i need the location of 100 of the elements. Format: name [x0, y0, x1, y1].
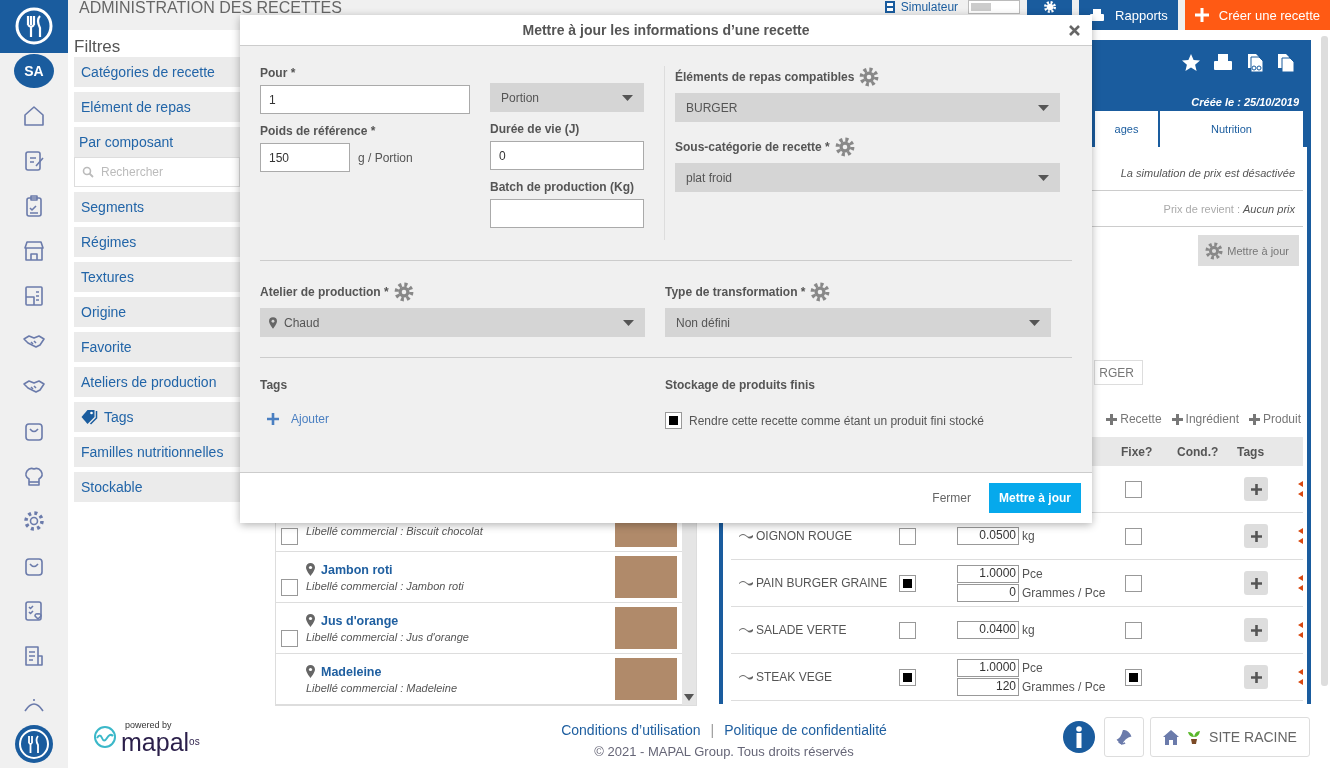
checkbox[interactable]	[1125, 480, 1142, 498]
unit-label: kg	[1022, 529, 1035, 543]
recipe-name[interactable]: Jus d'orange	[321, 613, 399, 628]
receipt-icon[interactable]	[22, 644, 46, 668]
terms-link[interactable]: Conditions d’utilisation	[561, 721, 701, 738]
input-field[interactable]	[490, 199, 644, 228]
user-avatar[interactable]: SA	[14, 53, 54, 88]
create-recipe-button[interactable]: Créer une recette	[1184, 0, 1330, 30]
filter-item[interactable]: Ateliers de production	[74, 367, 240, 397]
site-button[interactable]: SITE RACINE	[1150, 717, 1310, 757]
subcategory-dropdown[interactable]: plat froid	[675, 163, 1060, 192]
add-link[interactable]: Ingrédient	[1171, 412, 1239, 426]
checkbox[interactable]	[899, 668, 916, 686]
simulator-toggle[interactable]	[968, 0, 1021, 14]
caret-icon[interactable]	[1298, 622, 1303, 638]
recipe-subtitle: Libellé commercial : Biscuit chocolat	[306, 525, 484, 537]
filter-item[interactable]: Régimes	[74, 227, 240, 257]
filter-item[interactable]: Par composant	[74, 127, 240, 157]
quantity-field[interactable]: 1.0000	[957, 658, 1019, 677]
caret-icon[interactable]	[1298, 481, 1303, 497]
input-field[interactable]: 150	[260, 143, 350, 172]
photo-placeholder	[615, 607, 677, 649]
ingredient-icon	[739, 626, 753, 634]
home-icon[interactable]	[22, 104, 46, 128]
quantity-field[interactable]: 0	[957, 583, 1019, 602]
checkbox[interactable]	[899, 574, 916, 592]
add-tag-link[interactable]: Ajouter	[260, 412, 645, 426]
settings-icon[interactable]	[22, 509, 46, 533]
search-field[interactable]: Rechercher	[74, 157, 240, 187]
filter-item[interactable]: Familles nutritionnelles	[74, 437, 240, 467]
filter-item[interactable]: Catégories de recette	[74, 57, 240, 87]
add-tag-button[interactable]	[1244, 524, 1268, 548]
checkbox[interactable]	[1125, 574, 1142, 592]
recipe-name[interactable]: Madeleine	[321, 664, 382, 679]
add-tag-button[interactable]	[1244, 618, 1268, 642]
settings-icon[interactable]	[833, 136, 856, 158]
checkbox[interactable]	[1125, 621, 1142, 639]
quantity-field[interactable]: 0.0400	[957, 621, 1019, 639]
quantity-field[interactable]: 0.0500	[957, 527, 1019, 545]
plus-icon	[267, 413, 279, 425]
logo-icon[interactable]	[0, 0, 68, 53]
checkbox[interactable]	[899, 527, 916, 545]
logo-icon[interactable]	[14, 724, 54, 764]
search-icon	[82, 166, 94, 178]
caret-icon[interactable]	[1298, 669, 1303, 685]
tab[interactable]: Nutrition	[1160, 111, 1303, 147]
recipe-subtitle: Libellé commercial : Jambon roti	[306, 579, 465, 592]
checkbox[interactable]	[281, 630, 298, 647]
add-link[interactable]: Recette	[1106, 412, 1162, 426]
close-icon[interactable]	[1069, 25, 1080, 36]
close-button[interactable]: Fermer	[926, 490, 977, 506]
add-tag-button[interactable]	[1244, 571, 1268, 595]
checkbox[interactable]	[281, 579, 298, 596]
filter-item[interactable]: Elément de repas	[74, 92, 240, 122]
bell-icon	[1115, 729, 1133, 745]
tab[interactable]: ages	[1095, 111, 1158, 147]
checkbox[interactable]	[1125, 668, 1142, 686]
unit-dropdown[interactable]: Portion	[490, 83, 644, 112]
filter-item[interactable]: Favorite	[74, 332, 240, 362]
notification-button[interactable]	[1104, 717, 1144, 757]
input-field[interactable]: 0	[490, 141, 644, 170]
checkbox[interactable]	[899, 621, 916, 639]
filter-item[interactable]: Stockable	[74, 472, 240, 502]
checkbox[interactable]	[281, 528, 298, 545]
checkbox[interactable]	[665, 412, 682, 429]
document-icon[interactable]	[1277, 53, 1295, 73]
filter-item[interactable]: Textures	[74, 262, 240, 292]
printer-icon[interactable]	[1213, 53, 1233, 73]
add-tag-button[interactable]	[1244, 477, 1268, 501]
filter-item[interactable]: Tags	[74, 402, 240, 432]
filter-item[interactable]: Origine	[74, 297, 240, 327]
privacy-link[interactable]: Politique de confidentialité	[724, 721, 887, 738]
settings-icon[interactable]	[809, 281, 832, 303]
caret-icon[interactable]	[1298, 575, 1303, 591]
filter-item[interactable]: Segments	[74, 192, 240, 222]
reports-button[interactable]: Rapports	[1079, 0, 1178, 30]
quantity-field[interactable]: 120	[957, 677, 1019, 696]
workshop-dropdown[interactable]: Chaud	[260, 308, 645, 337]
copy-icon[interactable]	[1245, 53, 1265, 73]
update-button[interactable]: Mettre à jour	[1198, 235, 1299, 266]
transformation-dropdown[interactable]: Non défini	[665, 308, 1051, 337]
recipe-name[interactable]: Jambon roti	[321, 562, 393, 577]
edit-icon[interactable]	[22, 149, 46, 173]
star-icon[interactable]	[1181, 53, 1201, 73]
ingredient-icon	[739, 532, 753, 540]
checkbox[interactable]	[1125, 527, 1142, 545]
unit-label: Grammes / Pce	[1022, 679, 1106, 694]
building-icon[interactable]	[22, 284, 46, 308]
input-field[interactable]: 1	[260, 85, 470, 114]
settings-icon[interactable]	[858, 66, 881, 88]
meal-element-dropdown[interactable]: BURGER	[675, 93, 1060, 122]
caret-icon[interactable]	[1298, 528, 1303, 544]
add-tag-button[interactable]	[1244, 665, 1268, 689]
scrollbar[interactable]	[1321, 36, 1328, 686]
photo-placeholder	[615, 658, 677, 700]
store-icon[interactable]	[22, 239, 46, 263]
quantity-field[interactable]: 1.0000	[957, 564, 1019, 583]
add-link[interactable]: Produit	[1248, 412, 1301, 426]
info-icon[interactable]	[1062, 720, 1096, 754]
settings-icon[interactable]	[392, 281, 415, 303]
